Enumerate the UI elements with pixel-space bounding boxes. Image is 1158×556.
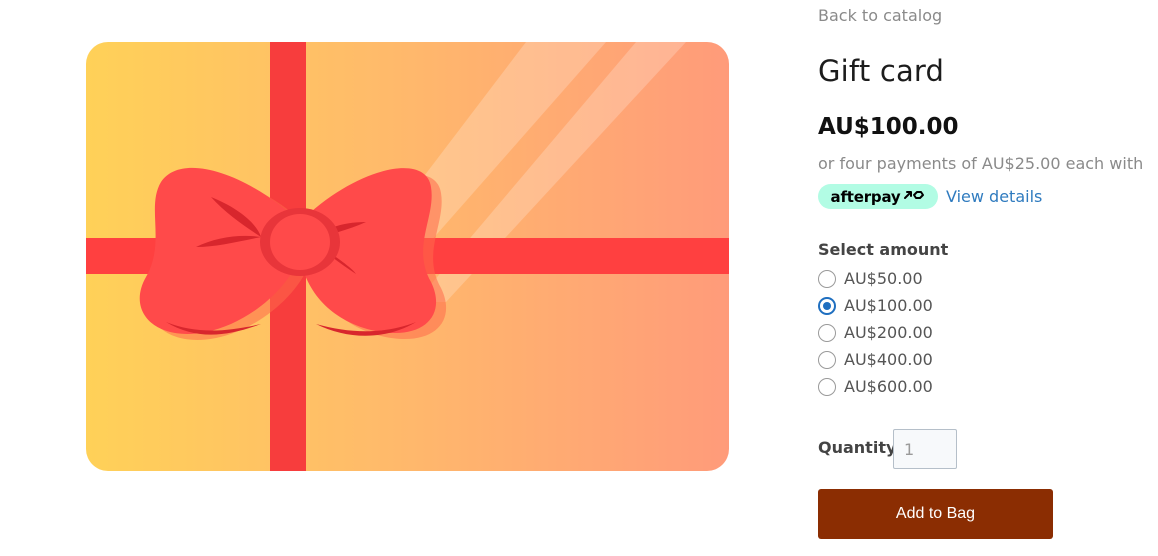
view-details-link[interactable]: View details [946, 187, 1042, 206]
gift-card-image [86, 42, 729, 471]
radio-50[interactable] [818, 269, 836, 288]
amount-label-200: AU$200.00 [844, 323, 933, 342]
afterpay-badge-label: afterpay [830, 187, 901, 206]
quantity-label: Quantity: [818, 438, 903, 457]
afterpay-badge: afterpay [818, 184, 938, 209]
amount-label-400: AU$400.00 [844, 350, 933, 369]
product-title: Gift card [818, 54, 945, 88]
afterpay-installments-text: or four payments of AU$25.00 each with [818, 154, 1144, 173]
select-amount-label: Select amount [818, 240, 949, 259]
amount-label-50: AU$50.00 [844, 269, 923, 288]
radio-400[interactable] [818, 350, 836, 369]
add-to-bag-button[interactable]: Add to Bag [818, 489, 1053, 539]
quantity-input[interactable] [893, 429, 957, 469]
amount-option-50[interactable]: AU$50.00 [818, 265, 933, 292]
amount-option-600[interactable]: AU$600.00 [818, 373, 933, 400]
amount-label-600: AU$600.00 [844, 377, 933, 396]
amount-options: AU$50.00 AU$100.00 AU$200.00 AU$400.00 A… [818, 265, 933, 400]
amount-option-200[interactable]: AU$200.00 [818, 319, 933, 346]
product-price: AU$100.00 [818, 114, 959, 140]
back-to-catalog-link[interactable]: Back to catalog [818, 6, 942, 25]
amount-option-400[interactable]: AU$400.00 [818, 346, 933, 373]
radio-200[interactable] [818, 323, 836, 342]
afterpay-arrows-icon [903, 188, 925, 206]
amount-option-100[interactable]: AU$100.00 [818, 292, 933, 319]
radio-100[interactable] [818, 296, 836, 315]
amount-label-100: AU$100.00 [844, 296, 933, 315]
afterpay-row: afterpay View details [818, 184, 1042, 209]
description-text [30, 548, 730, 556]
radio-600[interactable] [818, 377, 836, 396]
